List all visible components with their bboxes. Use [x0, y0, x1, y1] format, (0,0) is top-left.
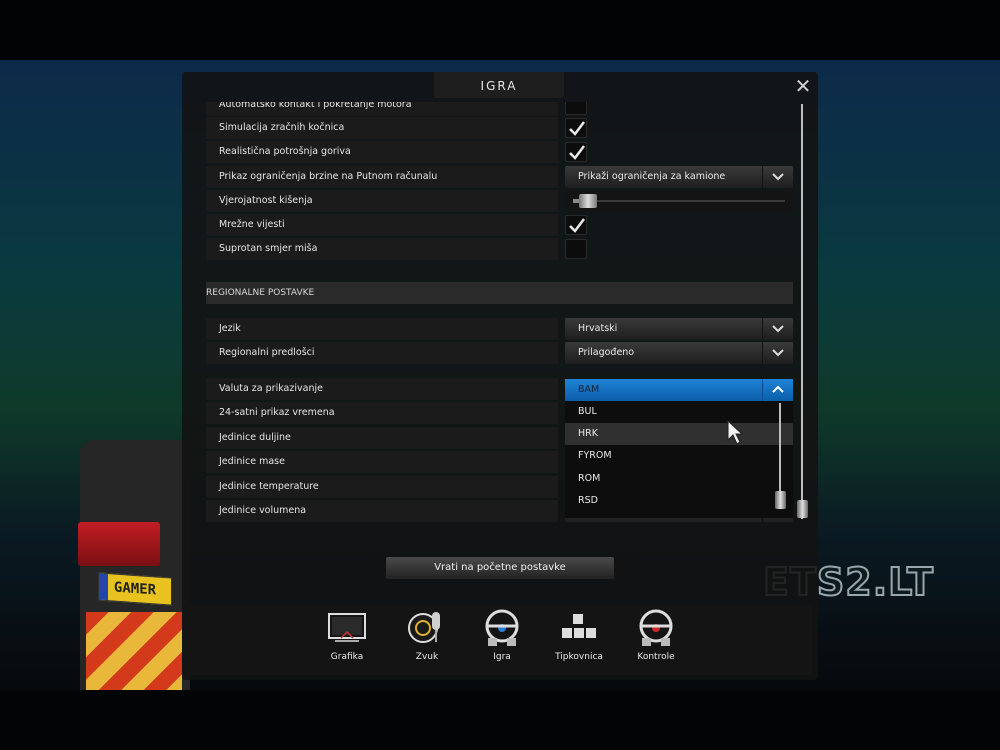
setting-row-language: Jezik Hrvatski	[206, 318, 793, 340]
truck-tail-light	[78, 522, 160, 566]
currency-option[interactable]: RSD	[565, 490, 793, 512]
setting-row-templates: Regionalni predlošci Prilagođeno	[206, 342, 793, 364]
currency-option[interactable]: BUL	[565, 401, 793, 423]
steering-wheel-icon	[485, 609, 519, 646]
tab-zvuk[interactable]: Zvuk	[392, 608, 462, 670]
setting-row-invert-mouse: Suprotan smjer miša	[206, 238, 793, 260]
air-brakes-checkbox[interactable]	[565, 118, 587, 138]
setting-label: Mrežne vijesti	[206, 214, 558, 236]
settings-window: IGRA ✕ Automatsko kontakt i pokretanje m…	[182, 72, 818, 680]
window-title: IGRA	[434, 72, 564, 98]
reset-defaults-button[interactable]: Vrati na početne postavke	[386, 557, 614, 579]
setting-label: Jedinice mase	[206, 451, 558, 473]
top-letterbox	[0, 0, 1000, 62]
setting-row-fuel: Realistična potrošnja goriva	[206, 141, 793, 163]
currency-dropdown[interactable]: BAM	[565, 379, 793, 401]
network-news-checkbox[interactable]	[565, 215, 587, 235]
license-plate: GAMER	[98, 572, 172, 606]
warning-stripes	[86, 612, 182, 690]
mouse-cursor-icon	[727, 420, 743, 445]
setting-label: 24-satni prikaz vremena	[206, 402, 558, 424]
checkmark-icon	[569, 218, 585, 233]
currency-option[interactable]: FYROM	[565, 445, 793, 467]
setting-label: Automatsko kontakt i pokretanje motora	[206, 102, 558, 116]
slider-handle[interactable]	[579, 194, 597, 208]
invert-mouse-checkbox[interactable]	[565, 239, 587, 259]
tab-tipkovnica[interactable]: Tipkovnica	[544, 608, 614, 670]
setting-row-rain: Vjerojatnost kišenja	[206, 190, 793, 212]
rain-probability-slider[interactable]	[565, 190, 793, 212]
templates-dropdown[interactable]: Prilagođeno	[565, 342, 793, 364]
setting-row-speed-limit: Prikaz ograničenja brzine na Putnom raču…	[206, 166, 793, 188]
chevron-down-icon	[762, 342, 793, 364]
checkmark-icon	[569, 121, 585, 136]
keyboard-icon	[562, 614, 596, 638]
setting-label: Suprotan smjer miša	[206, 238, 558, 260]
chevron-up-icon	[762, 379, 793, 401]
currency-option[interactable]: ROM	[565, 468, 793, 490]
setting-row-news: Mrežne vijesti	[206, 214, 793, 236]
checkmark-icon	[569, 145, 585, 160]
tab-grafika[interactable]: Grafika	[312, 608, 382, 670]
scrollbar-thumb[interactable]	[797, 500, 808, 518]
monitor-icon	[328, 613, 366, 642]
currency-option-hovered[interactable]: HRK	[565, 423, 793, 445]
tab-kontrole[interactable]: Kontrole	[621, 608, 691, 670]
category-tab-bar: Grafika Zvuk Igra Tipkovnica Kontrole	[188, 605, 812, 675]
auto-ignition-checkbox[interactable]	[565, 102, 587, 115]
chevron-down-icon	[762, 318, 793, 340]
setting-label: Prikaz ograničenja brzine na Putnom raču…	[206, 166, 558, 188]
dropdown-scrollbar-thumb[interactable]	[775, 491, 786, 509]
setting-label: Simulacija zračnih kočnica	[206, 117, 558, 139]
setting-label: Realistična potrošnja goriva	[206, 141, 558, 163]
speaker-microphone-icon	[408, 612, 440, 643]
setting-label: Jezik	[206, 318, 558, 340]
language-dropdown[interactable]: Hrvatski	[565, 318, 793, 340]
bottom-letterbox	[0, 690, 1000, 750]
close-icon[interactable]: ✕	[793, 76, 813, 96]
setting-label: Valuta za prikazivanje	[206, 378, 558, 400]
section-header: REGIONALNE POSTAVKE	[206, 282, 793, 304]
setting-label: Jedinice duljine	[206, 427, 558, 449]
chevron-down-icon	[762, 166, 793, 188]
setting-row-air-brakes: Simulacija zračnih kočnica	[206, 117, 793, 139]
setting-row-auto-ignition: Automatsko kontakt i pokretanje motora	[206, 102, 793, 116]
steering-wheel-red-icon	[639, 609, 673, 646]
setting-label: Regionalni predlošci	[206, 342, 558, 364]
scrollbar-track[interactable]	[801, 104, 803, 519]
currency-dropdown-list: BAM BUL HRK FYROM ROM RSD	[565, 379, 793, 518]
fuel-consumption-checkbox[interactable]	[565, 142, 587, 162]
setting-label: Jedinice volumena	[206, 500, 558, 522]
setting-label: Jedinice temperature	[206, 476, 558, 498]
speed-limit-dropdown[interactable]: Prikaži ograničenja za kamione	[565, 166, 793, 188]
setting-label: Vjerojatnost kišenja	[206, 190, 558, 212]
tab-igra[interactable]: Igra	[467, 608, 537, 670]
